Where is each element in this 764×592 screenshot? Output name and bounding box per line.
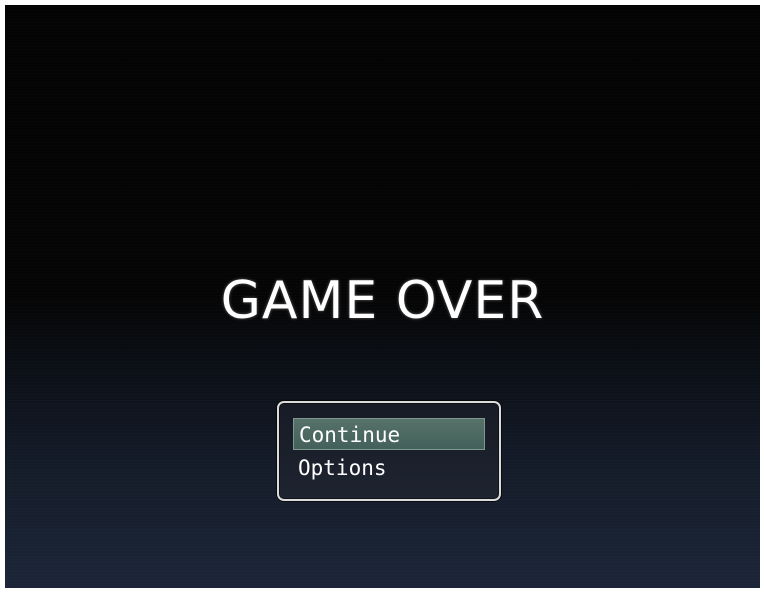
game-screen: GAME OVER Continue Options (5, 5, 760, 588)
choice-window: Continue Options (277, 401, 501, 501)
game-over-title: GAME OVER (220, 271, 545, 331)
continue-option[interactable]: Continue (293, 418, 485, 450)
options-option[interactable]: Options (293, 452, 485, 484)
